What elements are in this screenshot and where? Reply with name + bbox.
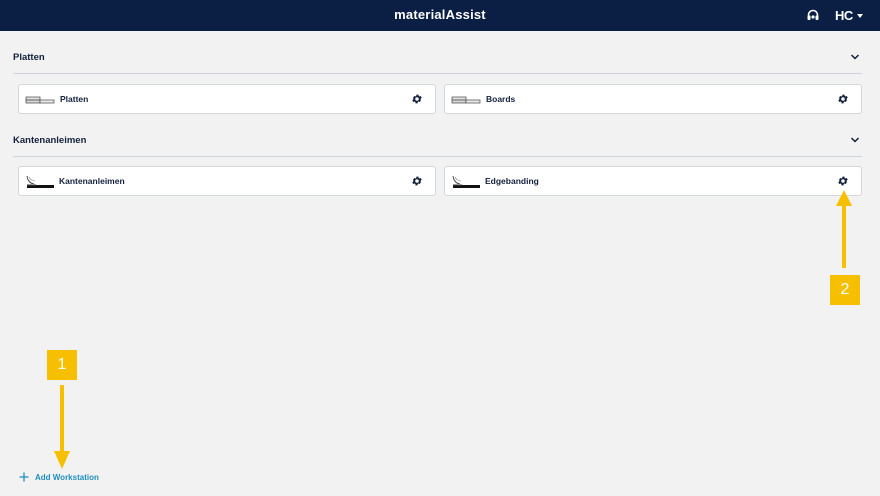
chevron-down-icon[interactable]	[850, 136, 860, 144]
caret-down-icon	[856, 13, 863, 18]
section-title: Kantenanleimen	[13, 135, 87, 146]
section-header-platten[interactable]: Platten	[13, 52, 862, 74]
edgeband-thumb-icon	[26, 175, 54, 188]
top-bar: materialAssist HC	[0, 0, 880, 31]
workstation-card-platten[interactable]: Platten	[18, 84, 436, 114]
app-title: materialAssist	[394, 7, 486, 22]
add-workstation-button[interactable]: Add Workstation	[19, 472, 99, 482]
card-label: Platten	[60, 94, 89, 104]
edgeband-thumb-icon	[452, 175, 480, 188]
callout-arrow-down-icon	[54, 385, 70, 469]
section-header-kantenanleimen[interactable]: Kantenanleimen	[13, 135, 862, 157]
gear-icon[interactable]	[411, 93, 423, 105]
callout-badge-1: 1	[47, 350, 77, 380]
callout-arrow-up-icon	[836, 190, 852, 268]
card-label: Boards	[486, 94, 516, 104]
brand-logo: HC	[835, 8, 853, 23]
boards-thumb-icon	[451, 96, 481, 104]
boards-thumb-icon	[25, 96, 55, 104]
card-label: Edgebanding	[485, 176, 539, 186]
callout-badge-2: 2	[830, 275, 860, 305]
card-label: Kantenanleimen	[59, 176, 125, 186]
gear-icon[interactable]	[837, 93, 849, 105]
gear-icon[interactable]	[837, 175, 849, 187]
workstation-card-boards[interactable]: Boards	[444, 84, 862, 114]
section-title: Platten	[13, 52, 45, 63]
plus-icon	[19, 472, 29, 482]
workstation-card-kantenanleimen[interactable]: Kantenanleimen	[18, 166, 436, 196]
chevron-down-icon[interactable]	[850, 53, 860, 61]
gear-icon[interactable]	[411, 175, 423, 187]
brand-menu[interactable]: HC	[835, 8, 863, 23]
workstation-card-edgebanding[interactable]: Edgebanding	[444, 166, 862, 196]
headset-icon[interactable]	[806, 8, 820, 22]
add-workstation-label: Add Workstation	[35, 472, 99, 482]
